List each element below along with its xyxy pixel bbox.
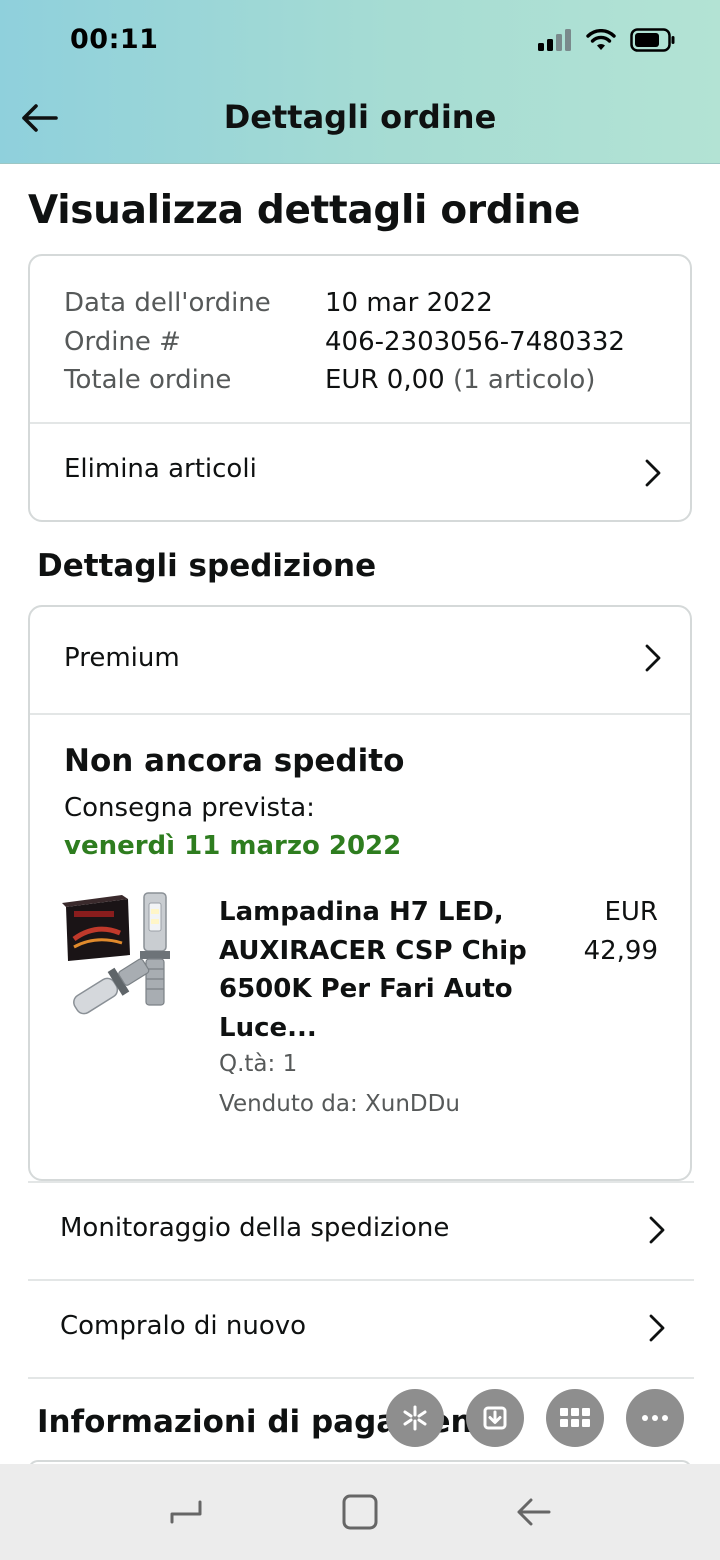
order-info-card: Data dell'ordine 10 mar 2022 Ordine # 40… — [28, 254, 692, 522]
product-price: EUR 42,99 — [538, 893, 658, 970]
order-info-table: Data dell'ordine 10 mar 2022 Ordine # 40… — [64, 284, 625, 400]
product-image[interactable] — [60, 889, 194, 1019]
recents-icon — [170, 1500, 202, 1524]
delivery-label: Consegna prevista: — [64, 793, 315, 823]
buy-again-label: Compralo di nuovo — [60, 1311, 307, 1341]
divider — [30, 713, 690, 715]
product-title[interactable]: Lampadina H7 LED, AUXIRACER CSP Chip 650… — [219, 893, 539, 1047]
product-title-line: Lampadina H7 LED, — [219, 897, 504, 927]
product-seller: Venduto da: XunDDu — [219, 1091, 460, 1117]
chevron-right-icon — [649, 1216, 665, 1244]
delete-items-label: Elimina articoli — [64, 454, 257, 484]
status-icons — [538, 28, 676, 52]
track-shipment-row[interactable]: Monitoraggio della spedizione — [28, 1181, 694, 1279]
chevron-right-icon — [649, 1314, 665, 1342]
order-total-value: EUR 0,00 (1 articolo) — [325, 361, 595, 400]
download-button[interactable] — [466, 1389, 524, 1447]
price-currency: EUR — [604, 897, 658, 927]
chevron-right-icon — [645, 644, 661, 672]
order-number-label: Ordine # — [64, 326, 181, 357]
battery-icon — [630, 28, 675, 52]
shipping-method-label: Premium — [64, 643, 180, 673]
system-nav-bar — [0, 1464, 720, 1560]
product-quantity: Q.tà: 1 — [219, 1051, 298, 1077]
order-date-label: Data dell'ordine — [64, 288, 271, 318]
download-icon — [483, 1406, 507, 1430]
price-amount: 42,99 — [583, 935, 658, 966]
buy-again-row[interactable]: Compralo di nuovo — [28, 1279, 694, 1377]
grid-icon — [560, 1408, 590, 1427]
status-time: 00:11 — [70, 24, 159, 55]
order-total-row: Totale ordine EUR 0,00 (1 articolo) — [64, 361, 625, 400]
recents-button[interactable] — [160, 1486, 212, 1538]
more-icon — [642, 1415, 668, 1421]
wifi-icon — [586, 29, 616, 50]
delete-items-row[interactable]: Elimina articoli — [30, 424, 690, 520]
product-title-line: 6500K Per Fari Auto — [219, 974, 513, 1004]
shipping-card: Premium Non ancora spedito Consegna prev… — [28, 605, 692, 1181]
home-icon — [342, 1494, 378, 1530]
back-icon — [517, 1498, 551, 1526]
delivery-date: venerdì 11 marzo 2022 — [64, 831, 402, 861]
order-date-row: Data dell'ordine 10 mar 2022 — [64, 284, 625, 323]
order-number-value: 406-2303056-7480332 — [325, 326, 625, 357]
product-title-line: Luce... — [219, 1012, 317, 1043]
order-date-value: 10 mar 2022 — [325, 288, 493, 318]
order-total-amount: EUR 0,00 — [325, 365, 445, 395]
signal-icon — [538, 29, 571, 51]
header-title: Dettagli ordine — [223, 98, 497, 136]
track-shipment-label: Monitoraggio della spedizione — [60, 1213, 450, 1243]
shipping-section-title: Dettagli spedizione — [37, 548, 377, 584]
sparkle-icon — [403, 1405, 427, 1431]
order-total-label: Totale ordine — [64, 365, 232, 395]
shipping-method-row[interactable]: Premium — [30, 607, 690, 713]
grid-button[interactable] — [546, 1389, 604, 1447]
sparkle-button[interactable] — [386, 1389, 444, 1447]
product-title-line: AUXIRACER CSP Chip — [219, 935, 527, 966]
app-header: 00:11 Dettagli ordine — [0, 0, 720, 164]
home-button[interactable] — [334, 1486, 386, 1538]
more-button[interactable] — [626, 1389, 684, 1447]
shipment-status: Non ancora spedito — [64, 743, 405, 779]
order-item-count: (1 articolo) — [452, 365, 596, 395]
back-button[interactable] — [508, 1486, 560, 1538]
order-number-row: Ordine # 406-2303056-7480332 — [64, 323, 625, 362]
chevron-right-icon — [645, 459, 661, 487]
page-title: Visualizza dettagli ordine — [28, 188, 581, 233]
